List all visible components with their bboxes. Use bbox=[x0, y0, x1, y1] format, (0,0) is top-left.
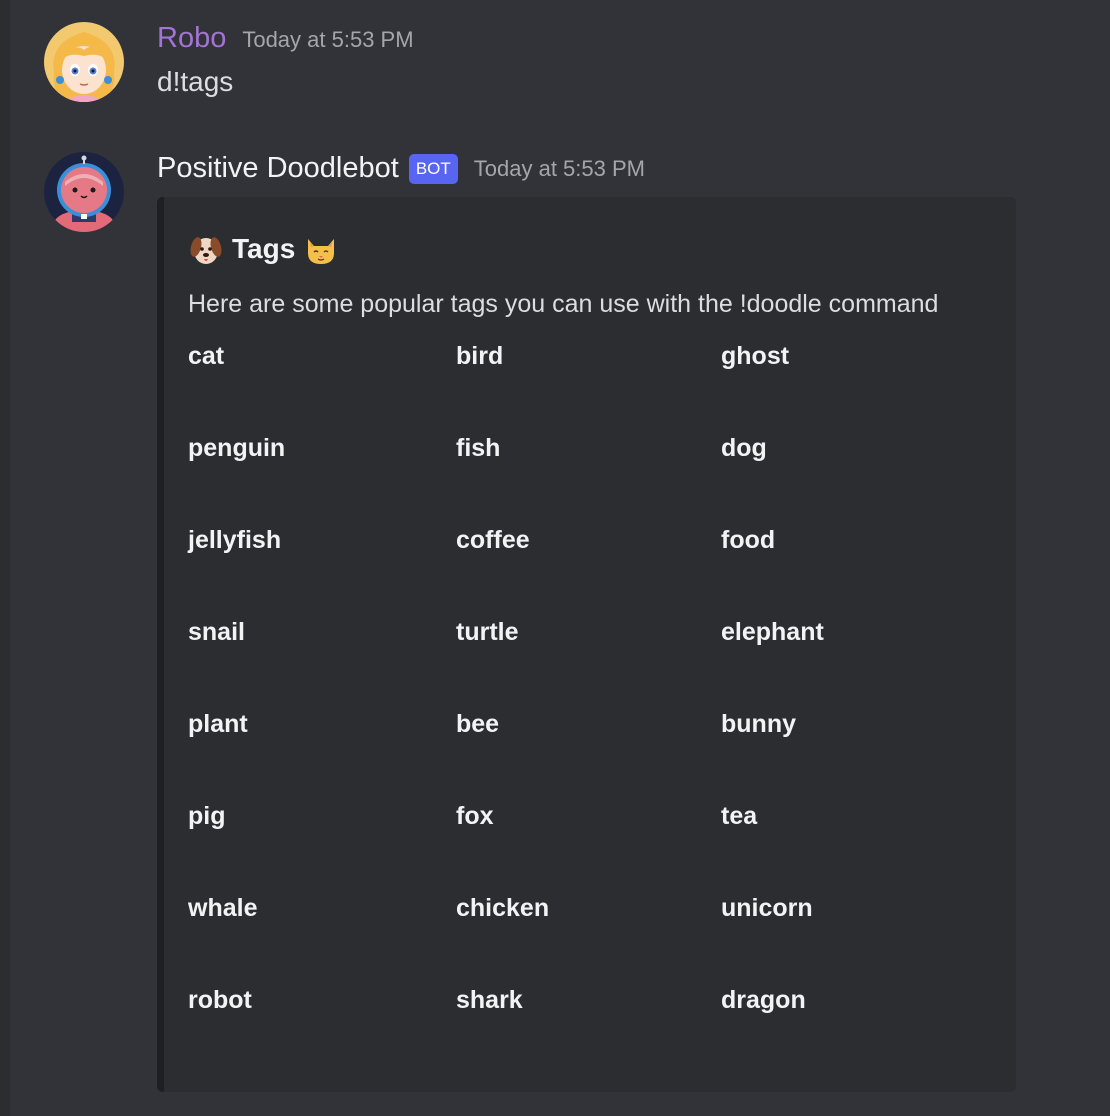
bot-badge: BOT bbox=[408, 153, 458, 184]
tag-jellyfish: jellyfish bbox=[188, 526, 282, 554]
tag-row: robot shark dragon bbox=[188, 986, 1008, 1078]
dog-face-icon bbox=[190, 237, 222, 264]
tag-turtle: turtle bbox=[456, 618, 519, 646]
tag-bee: bee bbox=[456, 710, 500, 738]
robot-avatar-icon bbox=[44, 152, 124, 232]
tag-row: jellyfish coffee food bbox=[188, 526, 1008, 618]
tag-bird: bird bbox=[456, 342, 504, 370]
embed-description: Here are some popular tags you can use w… bbox=[188, 290, 939, 318]
timestamp[interactable]: Today at 5:53 PM bbox=[474, 156, 645, 182]
tag-snail: snail bbox=[188, 618, 245, 646]
username[interactable]: Robo bbox=[157, 22, 226, 55]
tag-row: snail turtle elephant bbox=[188, 618, 1008, 710]
avatar-robo[interactable] bbox=[44, 22, 124, 102]
tag-fox: fox bbox=[456, 802, 494, 830]
tag-bunny: bunny bbox=[721, 710, 796, 738]
avatar-doodlebot[interactable] bbox=[44, 152, 124, 232]
message-header: Positive Doodlebot BOT Today at 5:53 PM bbox=[157, 152, 645, 185]
princess-avatar-icon bbox=[44, 22, 124, 102]
tag-elephant: elephant bbox=[721, 618, 824, 646]
tag-dog: dog bbox=[721, 434, 767, 462]
tag-chicken: chicken bbox=[456, 894, 550, 922]
tag-row: plant bee bunny bbox=[188, 710, 1008, 802]
tag-plant: plant bbox=[188, 710, 248, 738]
tag-shark: shark bbox=[456, 986, 523, 1014]
timestamp[interactable]: Today at 5:53 PM bbox=[242, 27, 413, 53]
tag-row: whale chicken unicorn bbox=[188, 894, 1008, 986]
embed-title-text: Tags bbox=[232, 233, 296, 264]
tag-cat: cat bbox=[188, 342, 225, 370]
message-content: d!tags bbox=[157, 66, 234, 97]
username[interactable]: Positive Doodlebot bbox=[157, 152, 399, 185]
tag-robot: robot bbox=[188, 986, 252, 1014]
tag-row: cat bird ghost bbox=[188, 342, 1008, 434]
cat-face-icon bbox=[308, 239, 335, 264]
tag-unicorn: unicorn bbox=[721, 894, 813, 922]
embed-accent-bar bbox=[157, 197, 164, 1092]
tag-food: food bbox=[721, 526, 776, 554]
message-header: Robo Today at 5:53 PM bbox=[157, 22, 414, 55]
tags-embed: Tags Here are some popular tags you can … bbox=[157, 197, 1016, 1092]
tags-grid: cat bird ghost penguin fish dog jellyfish coffe… bbox=[188, 342, 1008, 1078]
tag-dragon: dragon bbox=[721, 986, 806, 1014]
tag-penguin: penguin bbox=[188, 434, 286, 462]
tag-ghost: ghost bbox=[721, 342, 790, 370]
tag-coffee: coffee bbox=[456, 526, 530, 554]
channel-left-edge bbox=[0, 0, 10, 1116]
tag-fish: fish bbox=[456, 434, 501, 462]
tag-row: penguin fish dog bbox=[188, 434, 1008, 526]
tag-tea: tea bbox=[721, 802, 758, 830]
tag-pig: pig bbox=[188, 802, 226, 830]
embed-title: Tags bbox=[188, 231, 347, 267]
tag-row: pig fox tea bbox=[188, 802, 1008, 894]
tag-whale: whale bbox=[188, 894, 258, 922]
